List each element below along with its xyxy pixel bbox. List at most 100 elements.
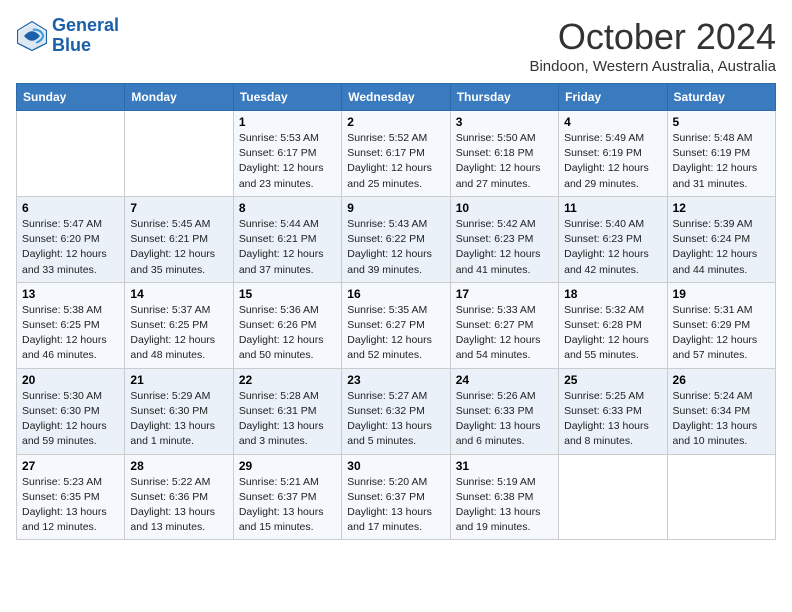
calendar-cell: 24 Sunrise: 5:26 AM Sunset: 6:33 PM Dayli… (450, 368, 558, 454)
calendar-week-row: 27 Sunrise: 5:23 AM Sunset: 6:35 PM Dayli… (17, 454, 776, 540)
day-info: Sunrise: 5:42 AM Sunset: 6:23 PM Dayligh… (456, 217, 553, 278)
calendar-cell: 23 Sunrise: 5:27 AM Sunset: 6:32 PM Dayli… (342, 368, 450, 454)
col-header-monday: Monday (125, 84, 233, 111)
day-info: Sunrise: 5:32 AM Sunset: 6:28 PM Dayligh… (564, 303, 661, 364)
day-number: 12 (673, 201, 770, 215)
day-info: Sunrise: 5:19 AM Sunset: 6:38 PM Dayligh… (456, 475, 553, 536)
day-number: 1 (239, 115, 336, 129)
calendar-cell: 20 Sunrise: 5:30 AM Sunset: 6:30 PM Dayli… (17, 368, 125, 454)
title-block: October 2024 Bindoon, Western Australia,… (529, 16, 776, 75)
day-info: Sunrise: 5:25 AM Sunset: 6:33 PM Dayligh… (564, 389, 661, 450)
day-info: Sunrise: 5:48 AM Sunset: 6:19 PM Dayligh… (673, 131, 770, 192)
day-number: 24 (456, 373, 553, 387)
day-number: 20 (22, 373, 119, 387)
day-number: 5 (673, 115, 770, 129)
day-info: Sunrise: 5:24 AM Sunset: 6:34 PM Dayligh… (673, 389, 770, 450)
col-header-thursday: Thursday (450, 84, 558, 111)
logo-icon (16, 20, 48, 52)
day-info: Sunrise: 5:52 AM Sunset: 6:17 PM Dayligh… (347, 131, 444, 192)
day-info: Sunrise: 5:27 AM Sunset: 6:32 PM Dayligh… (347, 389, 444, 450)
calendar-cell: 3 Sunrise: 5:50 AM Sunset: 6:18 PM Daylig… (450, 111, 558, 197)
day-info: Sunrise: 5:23 AM Sunset: 6:35 PM Dayligh… (22, 475, 119, 536)
day-number: 27 (22, 459, 119, 473)
day-info: Sunrise: 5:20 AM Sunset: 6:37 PM Dayligh… (347, 475, 444, 536)
calendar-cell (559, 454, 667, 540)
day-info: Sunrise: 5:49 AM Sunset: 6:19 PM Dayligh… (564, 131, 661, 192)
calendar-body: 1 Sunrise: 5:53 AM Sunset: 6:17 PM Daylig… (17, 111, 776, 540)
logo: General Blue (16, 16, 119, 56)
col-header-friday: Friday (559, 84, 667, 111)
day-number: 17 (456, 287, 553, 301)
day-number: 15 (239, 287, 336, 301)
day-number: 8 (239, 201, 336, 215)
day-info: Sunrise: 5:53 AM Sunset: 6:17 PM Dayligh… (239, 131, 336, 192)
day-info: Sunrise: 5:40 AM Sunset: 6:23 PM Dayligh… (564, 217, 661, 278)
page-title: October 2024 (529, 16, 776, 58)
calendar-cell (125, 111, 233, 197)
day-info: Sunrise: 5:30 AM Sunset: 6:30 PM Dayligh… (22, 389, 119, 450)
day-info: Sunrise: 5:50 AM Sunset: 6:18 PM Dayligh… (456, 131, 553, 192)
day-info: Sunrise: 5:26 AM Sunset: 6:33 PM Dayligh… (456, 389, 553, 450)
day-number: 21 (130, 373, 227, 387)
day-info: Sunrise: 5:33 AM Sunset: 6:27 PM Dayligh… (456, 303, 553, 364)
page-subtitle: Bindoon, Western Australia, Australia (529, 58, 776, 75)
day-number: 10 (456, 201, 553, 215)
day-number: 18 (564, 287, 661, 301)
calendar-week-row: 13 Sunrise: 5:38 AM Sunset: 6:25 PM Dayli… (17, 282, 776, 368)
calendar-cell: 11 Sunrise: 5:40 AM Sunset: 6:23 PM Dayli… (559, 196, 667, 282)
calendar-cell: 25 Sunrise: 5:25 AM Sunset: 6:33 PM Dayli… (559, 368, 667, 454)
day-number: 6 (22, 201, 119, 215)
calendar-cell: 5 Sunrise: 5:48 AM Sunset: 6:19 PM Daylig… (667, 111, 775, 197)
calendar-header-row: SundayMondayTuesdayWednesdayThursdayFrid… (17, 84, 776, 111)
col-header-saturday: Saturday (667, 84, 775, 111)
calendar-cell: 4 Sunrise: 5:49 AM Sunset: 6:19 PM Daylig… (559, 111, 667, 197)
calendar-cell: 21 Sunrise: 5:29 AM Sunset: 6:30 PM Dayli… (125, 368, 233, 454)
calendar-cell: 16Sunrise: 5:35 AM Sunset: 6:27 PM Dayli… (342, 282, 450, 368)
day-info: Sunrise: 5:35 AM Sunset: 6:27 PM Dayligh… (347, 303, 444, 364)
day-number: 19 (673, 287, 770, 301)
col-header-tuesday: Tuesday (233, 84, 341, 111)
page-header: General Blue October 2024 Bindoon, Weste… (16, 16, 776, 75)
calendar-cell: 19 Sunrise: 5:31 AM Sunset: 6:29 PM Dayli… (667, 282, 775, 368)
calendar-table: SundayMondayTuesdayWednesdayThursdayFrid… (16, 83, 776, 540)
calendar-week-row: 1 Sunrise: 5:53 AM Sunset: 6:17 PM Daylig… (17, 111, 776, 197)
calendar-cell (17, 111, 125, 197)
calendar-cell: 12 Sunrise: 5:39 AM Sunset: 6:24 PM Dayli… (667, 196, 775, 282)
day-number: 13 (22, 287, 119, 301)
day-number: 23 (347, 373, 444, 387)
day-number: 28 (130, 459, 227, 473)
calendar-cell: 27 Sunrise: 5:23 AM Sunset: 6:35 PM Dayli… (17, 454, 125, 540)
day-number: 22 (239, 373, 336, 387)
day-info: Sunrise: 5:36 AM Sunset: 6:26 PM Dayligh… (239, 303, 336, 364)
calendar-cell: 30Sunrise: 5:20 AM Sunset: 6:37 PM Dayli… (342, 454, 450, 540)
day-info: Sunrise: 5:22 AM Sunset: 6:36 PM Dayligh… (130, 475, 227, 536)
calendar-cell: 8 Sunrise: 5:44 AM Sunset: 6:21 PM Daylig… (233, 196, 341, 282)
col-header-sunday: Sunday (17, 84, 125, 111)
calendar-week-row: 6 Sunrise: 5:47 AM Sunset: 6:20 PM Daylig… (17, 196, 776, 282)
calendar-cell: 29 Sunrise: 5:21 AM Sunset: 6:37 PM Dayli… (233, 454, 341, 540)
day-info: Sunrise: 5:44 AM Sunset: 6:21 PM Dayligh… (239, 217, 336, 278)
calendar-cell: 2Sunrise: 5:52 AM Sunset: 6:17 PM Daylig… (342, 111, 450, 197)
day-info: Sunrise: 5:29 AM Sunset: 6:30 PM Dayligh… (130, 389, 227, 450)
calendar-cell: 26Sunrise: 5:24 AM Sunset: 6:34 PM Dayli… (667, 368, 775, 454)
calendar-cell: 1 Sunrise: 5:53 AM Sunset: 6:17 PM Daylig… (233, 111, 341, 197)
calendar-cell: 13 Sunrise: 5:38 AM Sunset: 6:25 PM Dayli… (17, 282, 125, 368)
calendar-week-row: 20 Sunrise: 5:30 AM Sunset: 6:30 PM Dayli… (17, 368, 776, 454)
calendar-cell: 6 Sunrise: 5:47 AM Sunset: 6:20 PM Daylig… (17, 196, 125, 282)
day-info: Sunrise: 5:39 AM Sunset: 6:24 PM Dayligh… (673, 217, 770, 278)
day-number: 4 (564, 115, 661, 129)
calendar-cell (667, 454, 775, 540)
day-info: Sunrise: 5:21 AM Sunset: 6:37 PM Dayligh… (239, 475, 336, 536)
day-number: 3 (456, 115, 553, 129)
calendar-cell: 10 Sunrise: 5:42 AM Sunset: 6:23 PM Dayli… (450, 196, 558, 282)
col-header-wednesday: Wednesday (342, 84, 450, 111)
day-info: Sunrise: 5:47 AM Sunset: 6:20 PM Dayligh… (22, 217, 119, 278)
day-info: Sunrise: 5:38 AM Sunset: 6:25 PM Dayligh… (22, 303, 119, 364)
day-number: 11 (564, 201, 661, 215)
calendar-cell: 28 Sunrise: 5:22 AM Sunset: 6:36 PM Dayli… (125, 454, 233, 540)
logo-text: General Blue (52, 16, 119, 56)
day-number: 29 (239, 459, 336, 473)
day-info: Sunrise: 5:31 AM Sunset: 6:29 PM Dayligh… (673, 303, 770, 364)
calendar-cell: 7Sunrise: 5:45 AM Sunset: 6:21 PM Daylig… (125, 196, 233, 282)
day-number: 25 (564, 373, 661, 387)
